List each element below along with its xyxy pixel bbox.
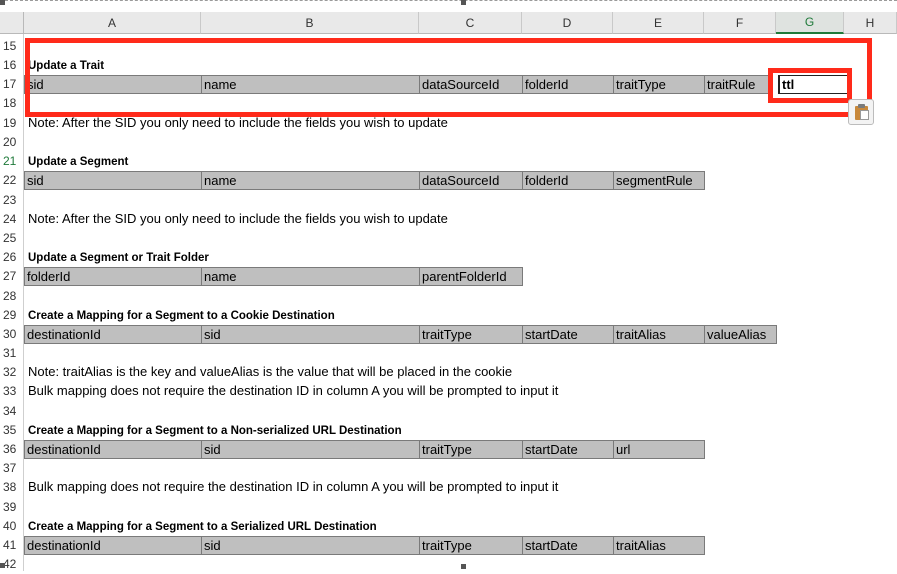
section-title[interactable]: Update a Segment or Trait Folder [26,249,326,268]
row-number[interactable]: 23 [0,191,24,210]
field-cell[interactable]: destinationId [24,440,202,459]
note-text[interactable]: Note: After the SID you only need to inc… [26,114,626,133]
row-number[interactable]: 38 [0,478,24,497]
field-cell[interactable]: traitAlias [613,325,705,344]
row-number[interactable]: 32 [0,363,24,382]
spreadsheet: A B C D E F G H 15 16 17 18 19 20 21 22 … [0,0,897,571]
column-header-a[interactable]: A [24,12,201,34]
note-text[interactable]: Bulk mapping does not require the destin… [26,478,666,497]
column-header-b[interactable]: B [201,12,419,34]
field-cell[interactable]: sid [201,536,420,555]
field-cell[interactable]: sid [24,171,202,190]
column-header-e[interactable]: E [613,12,704,34]
select-all-corner[interactable] [0,12,24,34]
row-number[interactable]: 29 [0,306,24,325]
highlight-box-trait-row [25,38,872,117]
field-cell[interactable]: parentFolderId [419,267,523,286]
page-break-line [0,0,897,4]
row-number[interactable]: 36 [0,440,24,459]
resize-handle[interactable] [461,564,466,569]
row-number[interactable]: 19 [0,114,24,133]
resize-handle[interactable] [0,563,5,568]
field-cell[interactable]: startDate [522,325,614,344]
row-number[interactable]: 26 [0,248,24,267]
resize-handle[interactable] [461,0,466,5]
column-header-h[interactable]: H [844,12,897,34]
field-cell[interactable]: url [613,440,705,459]
row-number[interactable]: 31 [0,344,24,363]
field-cell[interactable]: destinationId [24,536,202,555]
field-cell[interactable]: traitAlias [613,536,705,555]
row-number[interactable]: 20 [0,133,24,152]
field-cell[interactable]: valueAlias [704,325,777,344]
row-number[interactable]: 21 [0,152,24,171]
field-cell[interactable]: folderId [24,267,202,286]
paste-options-icon[interactable] [848,99,874,125]
note-text[interactable]: Bulk mapping does not require the destin… [26,382,666,401]
row-number[interactable]: 33 [0,382,24,401]
field-cell[interactable]: name [201,267,420,286]
row-number[interactable]: 16 [0,56,24,75]
field-cell[interactable]: traitType [419,440,523,459]
row-number[interactable]: 40 [0,517,24,536]
field-cell[interactable]: sid [201,440,420,459]
column-header-c[interactable]: C [419,12,522,34]
row-number[interactable]: 39 [0,498,24,517]
row-number[interactable]: 25 [0,229,24,248]
row-number[interactable]: 37 [0,459,24,478]
note-text[interactable]: Note: After the SID you only need to inc… [26,210,626,229]
row-number[interactable]: 27 [0,267,24,286]
row-number[interactable]: 18 [0,94,24,113]
highlight-box-ttl-cell [768,68,852,103]
field-cell[interactable]: startDate [522,440,614,459]
section-title[interactable]: Update a Segment [26,153,226,172]
row-number[interactable]: 17 [0,75,24,94]
column-header-f[interactable]: F [704,12,776,34]
field-cell[interactable]: destinationId [24,325,202,344]
column-header-g[interactable]: G [776,12,844,34]
row-number[interactable]: 22 [0,171,24,190]
field-cell[interactable]: startDate [522,536,614,555]
row-number[interactable]: 15 [0,37,24,56]
column-header-d[interactable]: D [522,12,613,34]
field-cell[interactable]: name [201,171,420,190]
field-cell[interactable]: traitType [419,536,523,555]
field-cell[interactable]: dataSourceId [419,171,523,190]
resize-handle[interactable] [0,0,5,5]
row-number[interactable]: 34 [0,402,24,421]
row-number[interactable]: 24 [0,210,24,229]
field-cell[interactable]: folderId [522,171,614,190]
section-title[interactable]: Create a Mapping for a Segment to a Cook… [26,307,446,326]
field-cell[interactable]: sid [201,325,420,344]
field-cell[interactable]: segmentRule [613,171,705,190]
row-number[interactable]: 28 [0,287,24,306]
section-title[interactable]: Create a Mapping for a Segment to a Seri… [26,518,486,537]
section-title[interactable]: Create a Mapping for a Segment to a Non-… [26,422,486,441]
note-text[interactable]: Note: traitAlias is the key and valueAli… [26,363,666,382]
row-number[interactable]: 41 [0,536,24,555]
row-number[interactable]: 35 [0,421,24,440]
row-number[interactable]: 30 [0,325,24,344]
field-cell[interactable]: traitType [419,325,523,344]
